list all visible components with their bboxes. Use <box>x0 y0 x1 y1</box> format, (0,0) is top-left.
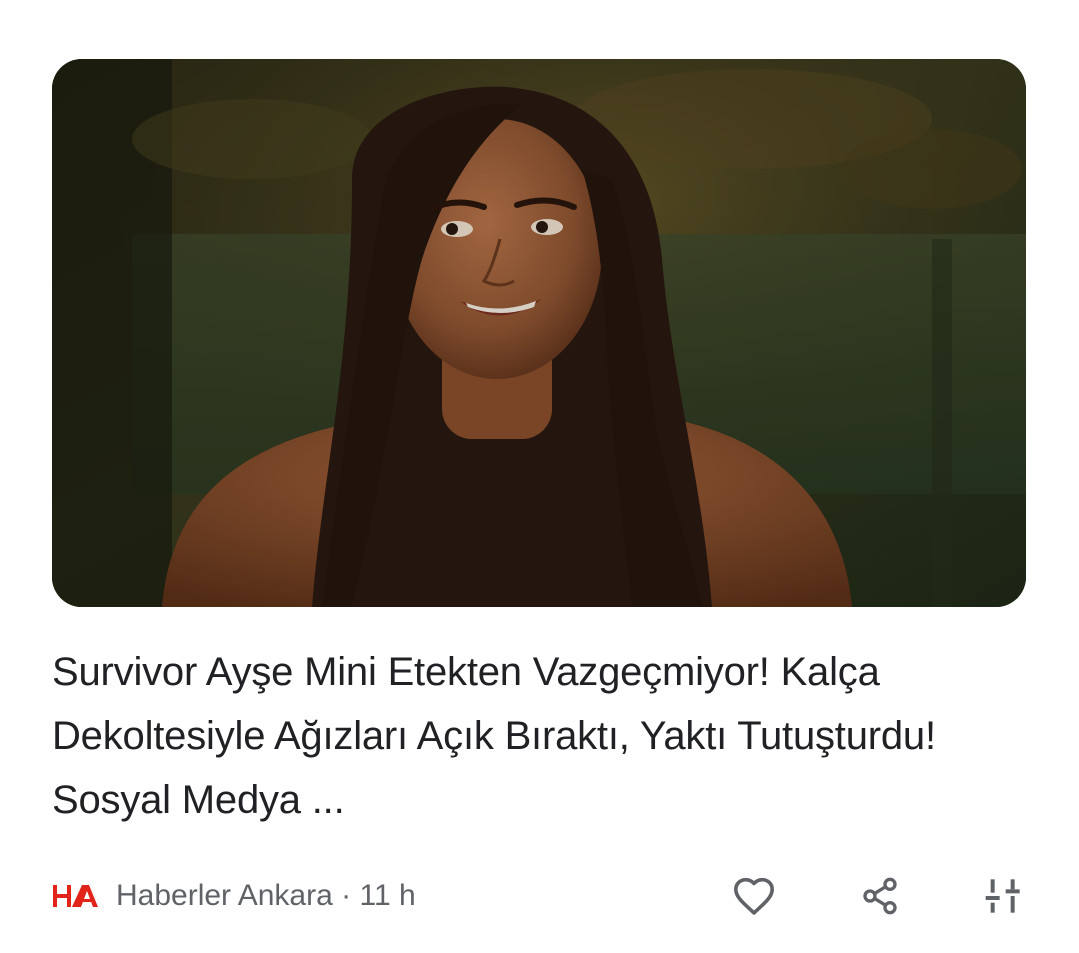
article-meta-row: Haberler Ankara · 11 h <box>52 868 1032 924</box>
share-icon <box>863 877 897 915</box>
source-info: Haberler Ankara · 11 h <box>116 878 416 914</box>
article-headline[interactable]: Survivor Ayşe Mini Etekten Vazgeçmiyor! … <box>52 640 1012 832</box>
source-logo <box>53 885 98 907</box>
more-options-button[interactable] <box>980 872 1028 920</box>
heart-outline-icon <box>733 877 774 915</box>
news-card[interactable]: Survivor Ayşe Mini Etekten Vazgeçmiyor! … <box>0 0 1079 953</box>
article-thumbnail[interactable] <box>52 59 1026 607</box>
tune-icon <box>985 879 1020 913</box>
meta-separator: · <box>341 879 352 912</box>
article-image <box>52 59 1026 607</box>
share-button[interactable] <box>856 872 904 920</box>
source-name[interactable]: Haberler Ankara <box>116 879 333 912</box>
like-button[interactable] <box>730 872 778 920</box>
article-time: 11 h <box>359 879 416 912</box>
